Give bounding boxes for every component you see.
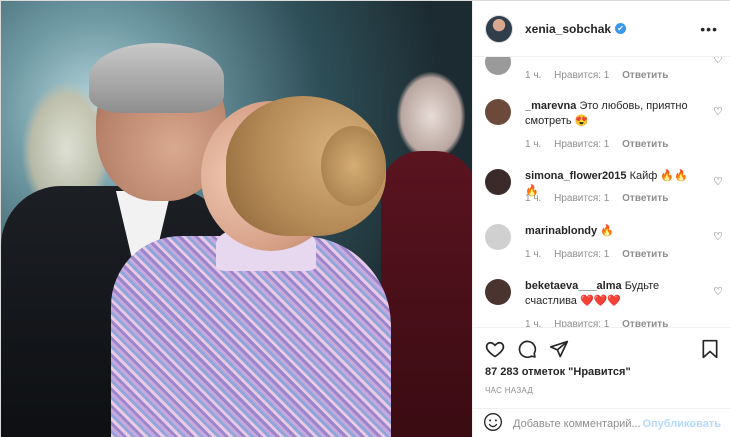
heart-icon[interactable]: ♡ <box>713 57 723 66</box>
comment-text: beketaeva___alma Будьте счастлива ❤️❤️❤️ <box>525 280 660 307</box>
publish-button[interactable]: Опубликовать <box>642 418 721 430</box>
verified-badge-icon: ✔ <box>615 23 627 34</box>
avatar[interactable] <box>485 224 511 250</box>
heart-icon[interactable]: ♡ <box>713 285 723 298</box>
comment-time[interactable]: 1 ч. <box>525 249 541 260</box>
author-username[interactable]: xenia_sobchak <box>525 22 611 36</box>
post-photo[interactable] <box>1 1 472 437</box>
post-timestamp[interactable]: ЧАС НАЗАД <box>473 378 730 395</box>
comment-text: marinablondy 🔥 <box>525 224 700 239</box>
comment-meta: 1 ч. Нравится: 1 Ответить <box>525 249 678 260</box>
heart-icon[interactable]: ♡ <box>713 105 723 118</box>
comments-list[interactable]: 1 ч. Нравится: 1 Ответить ♡ _marevna Это… <box>473 57 730 327</box>
comment-input[interactable] <box>513 417 641 430</box>
share-icon[interactable] <box>549 339 569 362</box>
reply-button[interactable]: Ответить <box>622 193 668 204</box>
reply-button[interactable]: Ответить <box>622 139 668 150</box>
post-actions: 87 283 отметок "Нравится" ЧАС НАЗАД Опуб… <box>473 327 730 437</box>
post-header: xenia_sobchak ✔ ••• <box>473 1 730 57</box>
comment-likes[interactable]: Нравится: 1 <box>554 249 609 260</box>
comment-likes[interactable]: Нравится: 1 <box>554 319 609 327</box>
hair-bun <box>321 126 386 206</box>
emoji: 🔥 <box>600 225 614 237</box>
reply-button[interactable]: Ответить <box>622 319 668 327</box>
heart-icon[interactable]: ♡ <box>713 230 723 243</box>
comment-time[interactable]: 1 ч. <box>525 139 541 150</box>
comment-text: _marevna Это любовь, приятно смотреть 😍 <box>525 100 688 127</box>
comment-icon[interactable] <box>517 339 537 362</box>
background-person <box>381 151 472 437</box>
likes-count[interactable]: 87 283 отметок "Нравится" <box>473 364 730 378</box>
action-icons <box>473 328 730 364</box>
post-sidebar: xenia_sobchak ✔ ••• 1 ч. Нравится: 1 Отв… <box>472 1 730 437</box>
reply-button[interactable]: Ответить <box>622 249 668 260</box>
comment-time[interactable]: 1 ч. <box>525 193 541 204</box>
heart-icon[interactable]: ♡ <box>713 175 723 188</box>
man-hair <box>89 43 224 113</box>
avatar[interactable] <box>485 169 511 195</box>
comment-username[interactable]: beketaeva___alma <box>525 280 622 292</box>
comment-meta: 1 ч. Нравится: 1 Ответить <box>525 139 678 150</box>
comment-username[interactable]: _marevna <box>525 100 576 112</box>
comment-meta: 1 ч. Нравится: 1 Ответить <box>525 193 678 204</box>
smiley-icon[interactable] <box>483 412 503 435</box>
add-comment-bar: Опубликовать <box>473 408 730 437</box>
comment-time[interactable]: 1 ч. <box>525 319 541 327</box>
avatar[interactable] <box>485 14 513 43</box>
comment-username[interactable]: simona_flower2015 <box>525 170 627 182</box>
avatar[interactable] <box>485 279 511 305</box>
background-light <box>396 71 466 161</box>
comment-meta: 1 ч. Нравится: 1 Ответить <box>525 70 678 81</box>
comment-likes[interactable]: Нравится: 1 <box>554 139 609 150</box>
comment-likes[interactable]: Нравится: 1 <box>554 70 609 81</box>
comment-meta: 1 ч. Нравится: 1 Ответить <box>525 319 678 327</box>
reply-button[interactable]: Ответить <box>622 70 668 81</box>
emoji: ❤️❤️❤️ <box>580 295 622 307</box>
avatar[interactable] <box>485 99 511 125</box>
comment-username[interactable]: marinablondy <box>525 225 597 237</box>
instagram-post: xenia_sobchak ✔ ••• 1 ч. Нравится: 1 Отв… <box>0 0 730 437</box>
comment-time[interactable]: 1 ч. <box>525 70 541 81</box>
heart-icon[interactable] <box>485 339 505 362</box>
bookmark-icon[interactable] <box>701 339 719 362</box>
comment-likes[interactable]: Нравится: 1 <box>554 193 609 204</box>
more-dots-icon[interactable]: ••• <box>700 21 718 37</box>
emoji: 😍 <box>574 115 589 127</box>
avatar[interactable] <box>485 57 511 75</box>
